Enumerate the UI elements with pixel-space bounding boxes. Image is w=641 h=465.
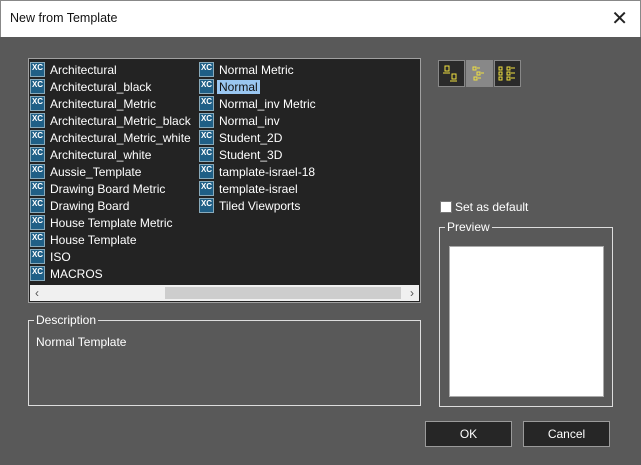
xc-file-icon: XC [199,130,214,145]
template-item[interactable]: XC Normal Metric [199,61,318,78]
horizontal-scrollbar[interactable]: ‹ › [30,285,419,301]
large-icons-icon [443,65,457,82]
xc-file-icon: XC [199,79,214,94]
xc-file-icon: XC [30,96,45,111]
view-details-button[interactable] [494,60,521,87]
description-group: Description Normal Template [28,313,421,406]
template-item[interactable]: XC Architectural_Metric_black [30,112,193,129]
scroll-thumb[interactable] [165,287,401,299]
template-item[interactable]: XC Architectural [30,61,193,78]
template-label: Student_3D [219,147,283,162]
template-label: Normal Metric [219,62,294,77]
template-item[interactable]: XC Drawing Board Metric [30,180,193,197]
xc-file-icon: XC [30,113,45,128]
template-item[interactable]: XC Architectural_white [30,146,193,163]
template-item[interactable]: XC template-israel [199,180,318,197]
template-label: Architectural_Metric_black [50,113,191,128]
template-item[interactable]: XC Aussie_Template [30,163,193,180]
template-label: MACROS [50,266,103,281]
view-list-button[interactable] [466,60,493,87]
xc-file-icon: XC [199,62,214,77]
close-icon[interactable]: ✕ [611,6,628,31]
template-label: House Template Metric [50,215,173,230]
template-label: Architectural_Metric [50,96,157,111]
xc-file-icon: XC [199,181,214,196]
preview-group: Preview [439,220,613,407]
xc-file-icon: XC [30,232,45,247]
template-label: Architectural_black [50,79,152,94]
xc-file-icon: XC [199,164,214,179]
title-bar: New from Template ✕ [0,0,641,37]
template-label: tamplate-israel-18 [219,164,316,179]
template-item[interactable]: XC Normal_inv [199,112,318,129]
ok-button[interactable]: OK [425,421,512,447]
template-item[interactable]: XC Architectural_Metric_white [30,129,193,146]
template-item[interactable]: XC Normal [199,78,318,95]
xc-file-icon: XC [30,147,45,162]
template-label: Normal [217,79,260,94]
template-label: Tiled Viewports [219,198,301,213]
xc-file-icon: XC [199,113,214,128]
template-item[interactable]: XC Drawing Board [30,197,193,214]
xc-file-icon: XC [30,249,45,264]
template-label: Normal_inv [219,113,280,128]
template-item[interactable]: XC tamplate-israel-18 [199,163,318,180]
xc-file-icon: XC [30,198,45,213]
template-label: ISO [50,249,71,264]
details-icon [498,66,515,81]
template-item[interactable]: XC Student_2D [199,129,318,146]
description-label: Description [34,313,99,327]
preview-image [449,246,604,397]
list-icon [472,66,484,81]
template-item[interactable]: XC Architectural_black [30,78,193,95]
preview-label: Preview [445,220,492,234]
template-label: Architectural [50,62,117,77]
xc-file-icon: XC [199,96,214,111]
template-label: Student_2D [219,130,283,145]
template-label: template-israel [219,181,298,196]
xc-file-icon: XC [30,266,45,281]
template-item[interactable]: XC MACROS [30,265,193,282]
template-item[interactable]: XC ISO [30,248,193,265]
xc-file-icon: XC [199,147,214,162]
template-item[interactable]: XC Tiled Viewports [199,197,318,214]
xc-file-icon: XC [30,164,45,179]
template-item[interactable]: XC Normal_inv Metric [199,95,318,112]
template-label: Drawing Board [50,198,130,213]
template-item[interactable]: XC House Template Metric [30,214,193,231]
template-label: Architectural_Metric_white [50,130,191,145]
template-item[interactable]: XC House Template [30,231,193,248]
scroll-right-icon[interactable]: › [405,285,419,301]
template-list[interactable]: XC Architectural XC Architectural_black XC Ar… [28,58,421,303]
xc-file-icon: XC [30,79,45,94]
xc-file-icon: XC [30,181,45,196]
template-label: House Template [50,232,137,247]
template-item[interactable]: XC Architectural_Metric [30,95,193,112]
scroll-left-icon[interactable]: ‹ [30,285,44,301]
xc-file-icon: XC [199,198,214,213]
template-item[interactable]: XC Student_3D [199,146,318,163]
checkbox-box[interactable] [440,201,452,213]
template-label: Aussie_Template [50,164,142,179]
template-label: Normal_inv Metric [219,96,316,111]
template-label: Drawing Board Metric [50,181,166,196]
xc-file-icon: XC [30,215,45,230]
set-as-default-label: Set as default [455,200,529,214]
view-large-icons-button[interactable] [438,60,465,87]
template-label: Architectural_white [50,147,152,162]
set-as-default-checkbox[interactable]: Set as default [440,200,528,214]
xc-file-icon: XC [30,62,45,77]
description-text: Normal Template [36,335,127,349]
xc-file-icon: XC [30,130,45,145]
cancel-button[interactable]: Cancel [523,421,610,447]
window-title: New from Template [10,11,118,25]
